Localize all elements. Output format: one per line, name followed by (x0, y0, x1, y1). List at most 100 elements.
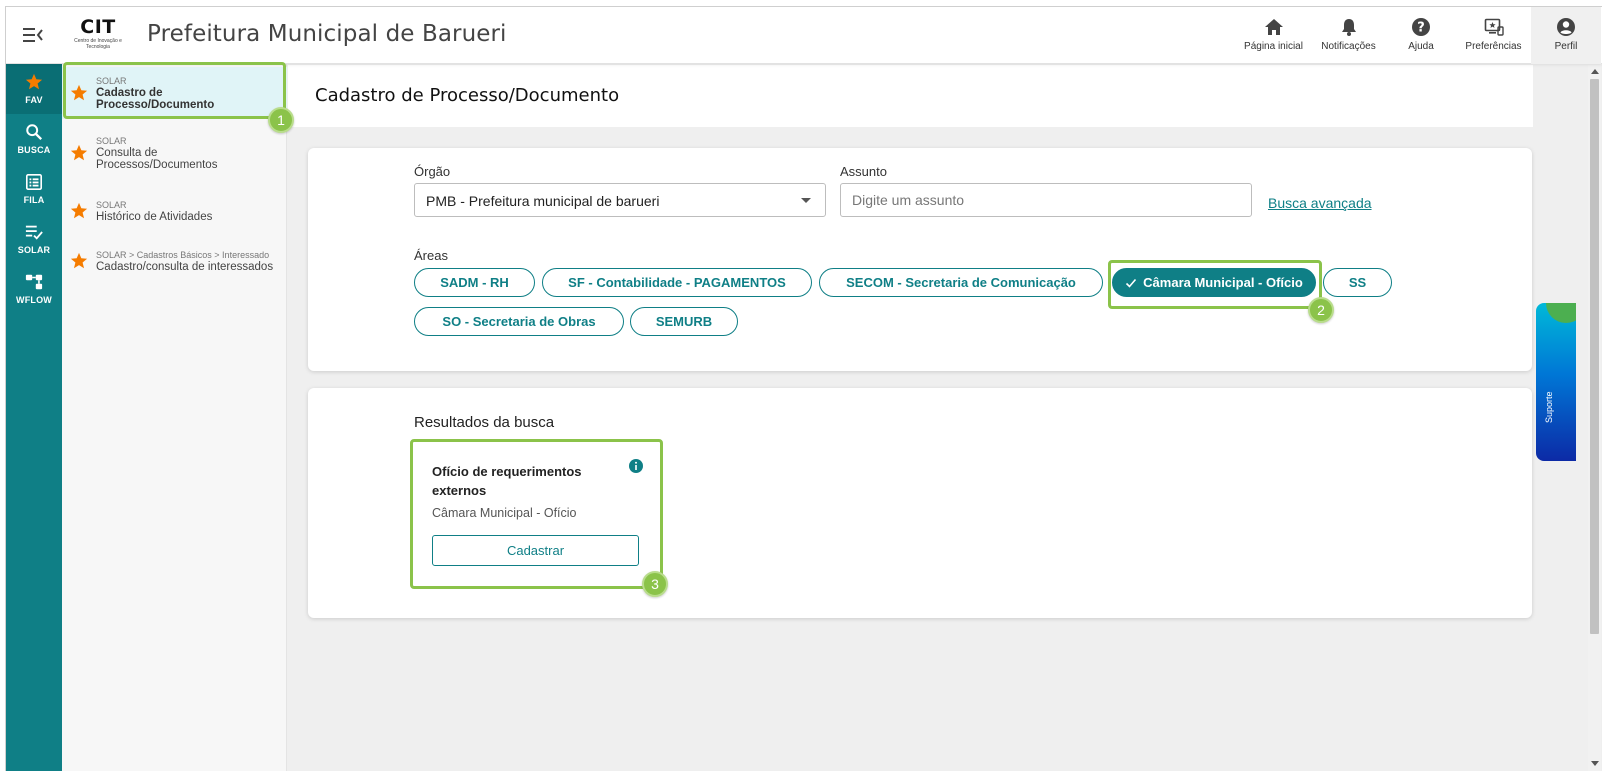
area-chip-label: Câmara Municipal - Ofício (1143, 275, 1303, 290)
results-title: Resultados da busca (414, 414, 555, 431)
result-title: Ofício de requerimentos externos (432, 464, 582, 498)
help-icon: ? (1412, 18, 1430, 36)
assunto-label: Assunto (840, 164, 887, 179)
nav-profile[interactable]: Perfil (1531, 7, 1601, 64)
top-header: CIT Centro de Inovação e Tecnologia Pref… (6, 7, 1602, 64)
nav-profile-label: Perfil (1554, 41, 1578, 52)
profile-icon (1557, 18, 1575, 36)
nav-preferences-label: Preferências (1465, 41, 1522, 52)
rail-wflow[interactable]: WFLOW (6, 264, 62, 314)
suporte-decoration (1546, 303, 1576, 323)
check-icon (1126, 278, 1137, 288)
step-badge-2: 2 (1308, 297, 1334, 323)
area-chip-label: SADM - RH (440, 275, 509, 290)
fav-category: SOLAR (96, 199, 127, 210)
fav-category: SOLAR > Cadastros Básicos > Interessado (96, 249, 270, 260)
area-chip-sadm[interactable]: SADM - RH (414, 268, 535, 297)
area-chip-label: SECOM - Secretaria de Comunicação (846, 275, 1076, 290)
area-chip-secom[interactable]: SECOM - Secretaria de Comunicação (819, 268, 1103, 297)
orgao-label: Órgão (414, 164, 451, 179)
star-icon (70, 144, 88, 161)
scroll-thumb[interactable] (1590, 79, 1599, 634)
orgao-select[interactable]: PMB - Prefeitura municipal de barueri (414, 183, 826, 217)
filter-card: Órgão PMB - Prefeitura municipal de baru… (308, 148, 1532, 371)
fav-item-consulta[interactable]: SOLAR Consulta de Processos/Documentos (62, 131, 287, 175)
advanced-search-link[interactable]: Busca avançada (1268, 195, 1372, 211)
fav-item-historico[interactable]: SOLAR Histórico de Atividades (62, 195, 287, 227)
fav-name: Cadastro de Processo/Documento (96, 86, 215, 111)
cit-logo[interactable]: CIT Centro de Inovação e Tecnologia (72, 16, 124, 56)
rail-busca-label: BUSCA (17, 145, 51, 155)
rail-fav-label: FAV (25, 95, 43, 105)
rail-solar-label: SOLAR (17, 245, 51, 255)
orgao-value: PMB - Prefeitura municipal de barueri (426, 193, 660, 209)
svg-text:?: ? (1417, 21, 1425, 36)
favorites-panel: SOLAR Cadastro de Processo/Documento SOL… (62, 64, 287, 771)
fav-item-cadastro[interactable]: SOLAR Cadastro de Processo/Documento (62, 67, 287, 119)
left-rail: FAV BUSCA FILA SOLAR WFLOW (6, 64, 62, 771)
assunto-input[interactable] (840, 183, 1252, 217)
fav-name: Histórico de Atividades (96, 210, 213, 223)
header-nav: Página inicial Notificações ? Ajuda Pref… (1236, 7, 1602, 64)
result-area: Câmara Municipal - Ofício (432, 506, 577, 520)
nav-help-label: Ajuda (1408, 41, 1434, 52)
rail-fav[interactable]: FAV (6, 64, 62, 114)
step-badge-1: 1 (268, 107, 294, 133)
fav-item-interessados[interactable]: SOLAR > Cadastros Básicos > Interessado … (62, 245, 287, 277)
logo-text: CIT (80, 16, 116, 38)
area-chip-sf[interactable]: SF - Contabilidade - PAGAMENTOS (542, 268, 812, 297)
step-badge-3: 3 (642, 571, 668, 597)
area-chip-label: SF - Contabilidade - PAGAMENTOS (568, 275, 786, 290)
app-frame: CIT Centro de Inovação e Tecnologia Pref… (5, 6, 1602, 771)
app-title: Prefeitura Municipal de Barueri (147, 21, 507, 47)
rail-solar[interactable]: SOLAR (6, 214, 62, 264)
results-card: Resultados da busca Ofício de requerimen… (308, 388, 1532, 618)
page-scrollbar[interactable] (1588, 65, 1601, 771)
nav-home[interactable]: Página inicial (1236, 7, 1311, 64)
checklist-icon (25, 225, 43, 240)
rail-wflow-label: WFLOW (16, 295, 52, 305)
bell-icon (1341, 19, 1356, 36)
page-header: Cadastro de Processo/Documento (288, 65, 1533, 127)
cadastrar-label: Cadastrar (506, 543, 565, 558)
home-icon (1264, 19, 1283, 35)
info-icon[interactable] (629, 459, 643, 473)
list-icon (25, 173, 43, 191)
search-icon (26, 124, 43, 141)
star-icon (25, 73, 43, 90)
area-chip-ss[interactable]: SS (1323, 268, 1392, 297)
star-icon (70, 84, 88, 101)
scroll-down-arrow-icon[interactable] (1591, 761, 1599, 766)
area-chip-so[interactable]: SO - Secretaria de Obras (414, 307, 624, 336)
suporte-label: Suporte (1544, 391, 1554, 423)
cadastrar-button[interactable]: Cadastrar (432, 535, 639, 566)
nav-help[interactable]: ? Ajuda (1386, 7, 1456, 64)
nav-home-label: Página inicial (1244, 41, 1303, 52)
nav-preferences[interactable]: Preferências (1456, 7, 1531, 64)
area-chip-label: SO - Secretaria de Obras (442, 314, 596, 329)
area-chip-label: SEMURB (655, 314, 713, 329)
areas-label: Áreas (414, 248, 448, 263)
fav-name: Cadastro/consulta de interessados (96, 260, 274, 273)
rail-fila-label: FILA (23, 195, 45, 205)
fav-category: SOLAR (96, 75, 127, 86)
fav-category: SOLAR (96, 135, 127, 146)
workflow-icon (25, 274, 43, 290)
menu-collapse-icon[interactable] (23, 26, 43, 44)
nav-notifications[interactable]: Notificações (1311, 7, 1386, 64)
result-item: Ofício de requerimentos externos Câmara … (414, 443, 657, 585)
nav-notifications-label: Notificações (1321, 41, 1376, 52)
rail-busca[interactable]: BUSCA (6, 114, 62, 164)
area-chip-label: SS (1348, 275, 1367, 290)
area-chip-camara[interactable]: Câmara Municipal - Ofício (1112, 268, 1316, 297)
star-icon (70, 202, 88, 219)
logo-subtext: Centro de Inovação e Tecnologia (74, 38, 122, 50)
scroll-up-arrow-icon[interactable] (1591, 69, 1599, 74)
rail-fila[interactable]: FILA (6, 164, 62, 214)
area-chip-semurb[interactable]: SEMURB (630, 307, 738, 336)
fav-name: Consulta de Processos/Documentos (96, 146, 218, 171)
suporte-tab[interactable]: Suporte (1536, 303, 1576, 461)
chevron-down-icon (801, 198, 811, 203)
star-icon (70, 252, 88, 269)
preferences-icon (1484, 18, 1504, 36)
